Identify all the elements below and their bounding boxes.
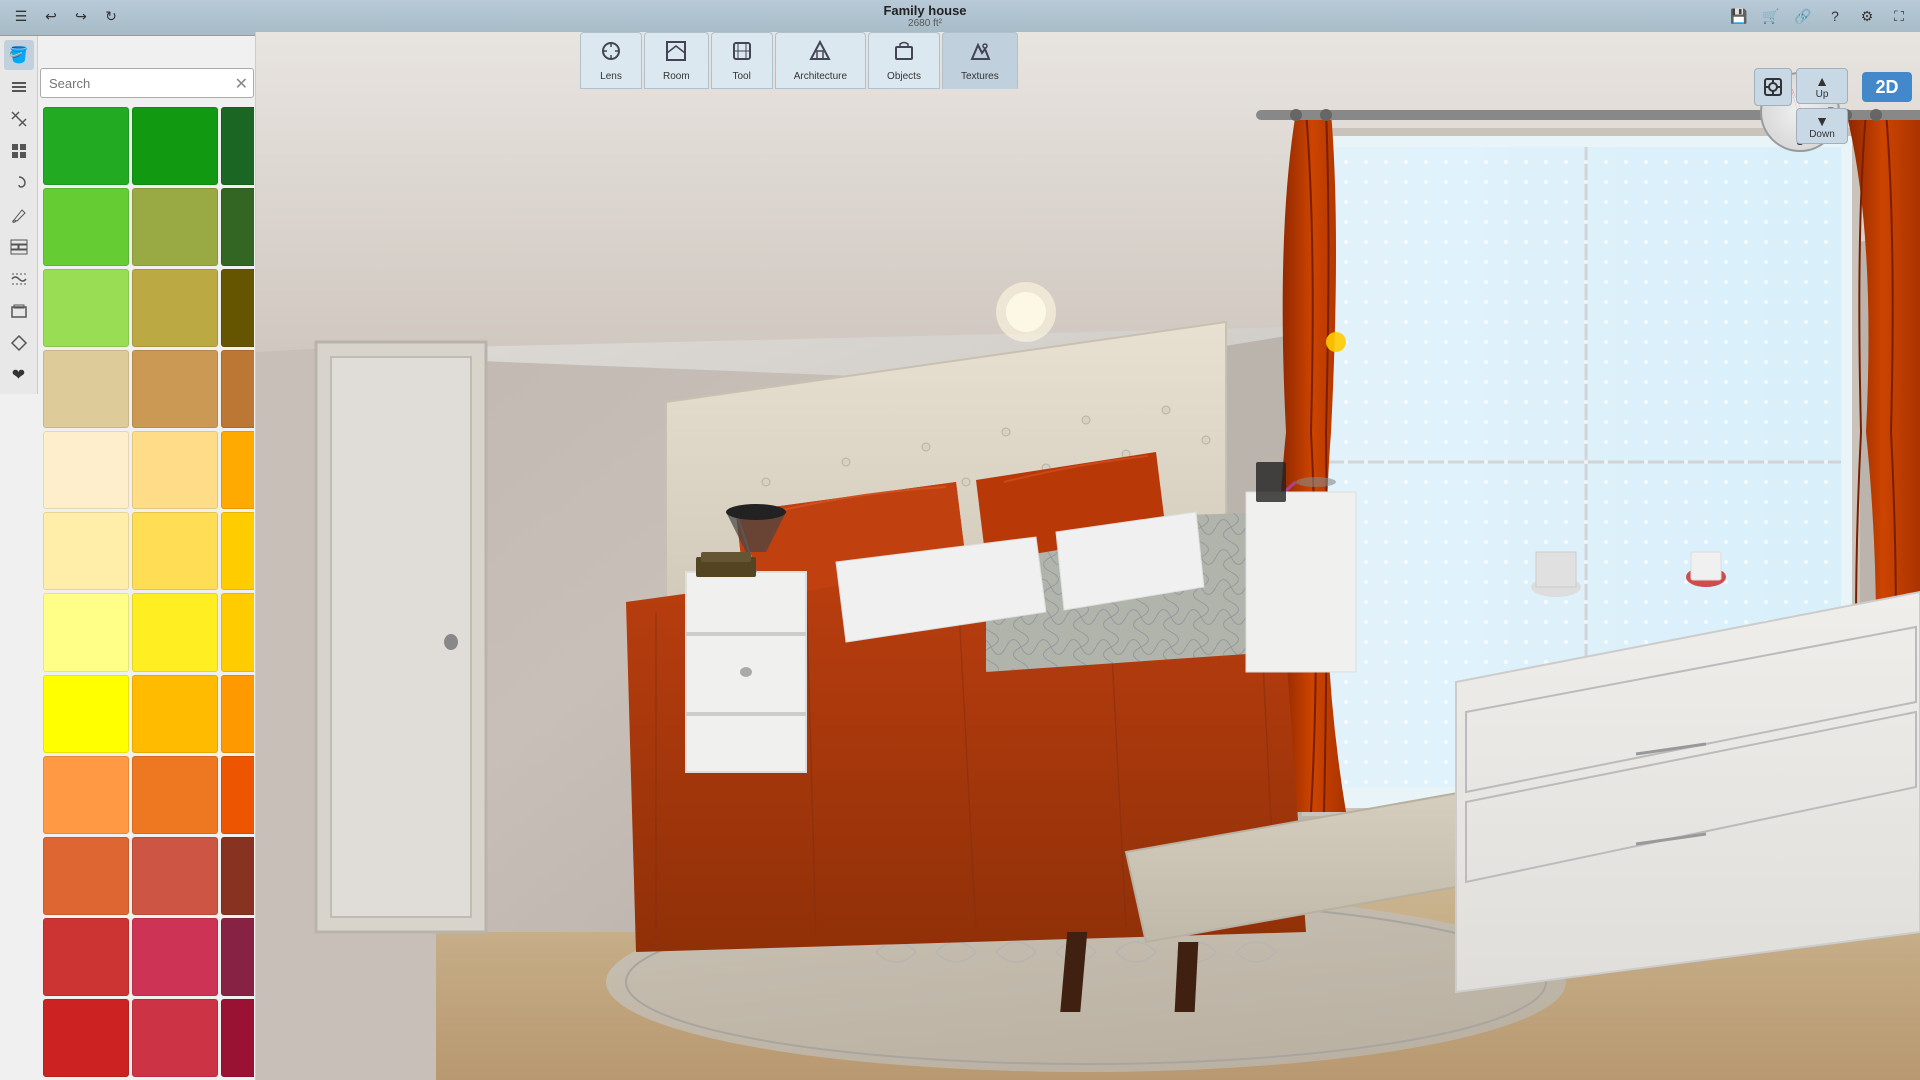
heart-tool[interactable]: ❤	[4, 360, 34, 390]
aerial-view-button[interactable]	[1754, 68, 1792, 106]
color-swatch-18[interactable]	[43, 593, 129, 671]
bedroom-scene: N S E 2D ▲ Up ▼ Down	[256, 32, 1920, 1080]
pattern-tool[interactable]	[4, 104, 34, 134]
color-swatch-21[interactable]	[43, 675, 129, 753]
color-swatch-19[interactable]	[132, 593, 218, 671]
color-swatch-17[interactable]	[221, 512, 254, 590]
objects-icon	[892, 39, 916, 69]
diamond-tool[interactable]	[4, 328, 34, 358]
color-swatch-7[interactable]	[132, 269, 218, 347]
topbar-left: ☰ ↩ ↪ ↻	[10, 5, 122, 27]
color-swatch-26[interactable]	[221, 756, 254, 834]
topbar-right: 💾 🛒 🔗 ? ⚙ ⛶	[1728, 5, 1910, 27]
room-icon	[664, 39, 688, 69]
tab-lens-label: Lens	[600, 71, 622, 82]
lens-icon	[599, 39, 623, 69]
color-swatch-30[interactable]	[43, 918, 129, 996]
tab-tool[interactable]: Tool	[711, 32, 773, 89]
view-up-button[interactable]: ▲ Up	[1796, 68, 1848, 104]
color-swatch-14[interactable]	[221, 431, 254, 509]
color-swatch-28[interactable]	[132, 837, 218, 915]
layers2-tool[interactable]	[4, 296, 34, 326]
color-swatch-8[interactable]	[221, 269, 254, 347]
share-icon[interactable]: 🔗	[1792, 5, 1814, 27]
menu-icon[interactable]: ☰	[10, 5, 32, 27]
color-swatch-6[interactable]	[43, 269, 129, 347]
undo-icon[interactable]: ↩	[40, 5, 62, 27]
stitch-tool[interactable]	[4, 264, 34, 294]
brush-tool[interactable]	[4, 200, 34, 230]
color-swatch-20[interactable]	[221, 593, 254, 671]
color-swatch-24[interactable]	[43, 756, 129, 834]
sync-icon[interactable]: ↻	[100, 5, 122, 27]
expand-icon[interactable]: ⛶	[1888, 5, 1910, 27]
color-swatch-27[interactable]	[43, 837, 129, 915]
color-swatch-29[interactable]	[221, 837, 254, 915]
color-swatch-12[interactable]	[43, 431, 129, 509]
color-swatch-11[interactable]	[221, 350, 254, 428]
color-swatch-32[interactable]	[221, 918, 254, 996]
sidebar: ← Paint & Primers 🕐 ✏️ 🪣	[0, 0, 256, 1080]
color-swatch-9[interactable]	[43, 350, 129, 428]
color-swatch-10[interactable]	[132, 350, 218, 428]
color-swatch-0[interactable]	[43, 107, 129, 185]
color-swatch-34[interactable]	[132, 999, 218, 1077]
redo-icon[interactable]: ↪	[70, 5, 92, 27]
topbar-center: Family house 2680 ft²	[883, 3, 966, 29]
paint-bucket-tool[interactable]: 🪣	[4, 40, 34, 70]
up-down-buttons: ▲ Up ▼ Down	[1796, 68, 1848, 144]
topbar: ☰ ↩ ↪ ↻ Family house 2680 ft² 💾 🛒 🔗 ? ⚙ …	[0, 0, 1920, 32]
tool-icon	[730, 39, 754, 69]
tab-room-label: Room	[663, 71, 690, 82]
save-icon[interactable]: 💾	[1728, 5, 1750, 27]
color-swatch-2[interactable]	[221, 107, 254, 185]
bedroom-svg-scene	[256, 32, 1920, 1080]
toolbar: Lens Room Tool Architecture Objects Text…	[580, 32, 1018, 89]
search-container: ✕	[40, 68, 254, 98]
view-down-button[interactable]: ▼ Down	[1796, 108, 1848, 144]
swirl-tool[interactable]	[4, 168, 34, 198]
color-swatch-35[interactable]	[221, 999, 254, 1077]
color-swatch-23[interactable]	[221, 675, 254, 753]
color-swatch-4[interactable]	[132, 188, 218, 266]
app-subtitle: 2680 ft²	[908, 18, 942, 29]
color-swatch-1[interactable]	[132, 107, 218, 185]
main-view: N S E 2D ▲ Up ▼ Down	[256, 32, 1920, 1080]
settings-icon[interactable]: ⚙	[1856, 5, 1878, 27]
color-swatch-22[interactable]	[132, 675, 218, 753]
cart-icon[interactable]: 🛒	[1760, 5, 1782, 27]
color-swatch-16[interactable]	[132, 512, 218, 590]
color-swatch-5[interactable]	[221, 188, 254, 266]
tab-textures-label: Textures	[961, 71, 999, 82]
tab-objects-label: Objects	[887, 71, 921, 82]
tab-architecture[interactable]: Architecture	[775, 32, 866, 89]
color-swatch-13[interactable]	[132, 431, 218, 509]
brick-tool[interactable]	[4, 232, 34, 262]
color-swatch-33[interactable]	[43, 999, 129, 1077]
help-icon[interactable]: ?	[1824, 5, 1846, 27]
color-grid	[40, 104, 254, 1080]
architecture-icon	[808, 39, 832, 69]
tab-room[interactable]: Room	[644, 32, 709, 89]
tab-architecture-label: Architecture	[794, 71, 847, 82]
tab-textures[interactable]: Textures	[942, 32, 1018, 89]
color-swatch-15[interactable]	[43, 512, 129, 590]
color-swatch-3[interactable]	[43, 188, 129, 266]
search-clear-button[interactable]: ✕	[235, 74, 248, 94]
tab-tool-label: Tool	[733, 71, 751, 82]
textures-icon	[968, 39, 992, 69]
tab-lens[interactable]: Lens	[580, 32, 642, 89]
grid-tool[interactable]	[4, 136, 34, 166]
color-swatch-31[interactable]	[132, 918, 218, 996]
tab-objects[interactable]: Objects	[868, 32, 940, 89]
app-title: Family house	[883, 3, 966, 18]
color-swatch-25[interactable]	[132, 756, 218, 834]
view-2d-button[interactable]: 2D	[1862, 72, 1912, 102]
layers-tool[interactable]	[4, 72, 34, 102]
search-input[interactable]	[40, 68, 254, 98]
left-tools: 🪣 ❤	[0, 36, 38, 394]
top-right-icons: ▲ Up ▼ Down	[1750, 64, 1852, 148]
